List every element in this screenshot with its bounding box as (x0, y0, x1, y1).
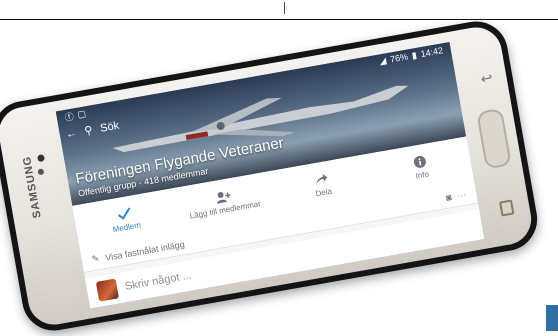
share-icon (316, 173, 328, 186)
phone: SAMSUNG ↩ ⓕ ▢ ◢ 76% ▮ 14:42 ← ⚲ Sök Före… (0, 16, 543, 336)
battery-icon: ▮ (410, 49, 418, 61)
info-icon (413, 155, 426, 168)
search-label[interactable]: Sök (99, 119, 120, 134)
phone-screen: ⓕ ▢ ◢ 76% ▮ 14:42 ← ⚲ Sök Föreningen Fly… (55, 41, 485, 309)
lock-icon: ▢ (76, 107, 87, 120)
pin-icon: ✎ (90, 253, 101, 265)
notification-icons: ⓕ ▢ (64, 107, 87, 124)
more-icon[interactable]: ··· (456, 189, 467, 200)
share-label: Dela (314, 186, 333, 199)
facebook-icon: ⓕ (63, 110, 75, 123)
camera-icon[interactable]: ◙ (445, 192, 452, 203)
signal-icon: ◢ (378, 54, 388, 66)
back-arrow-icon[interactable]: ← (65, 127, 78, 141)
search-icon[interactable]: ⚲ (83, 123, 94, 137)
clock: 14:42 (419, 45, 444, 60)
check-icon (117, 207, 131, 220)
recent-apps-key[interactable] (499, 199, 515, 217)
battery-level: 76% (389, 51, 409, 65)
member-label: Medlem (112, 220, 142, 235)
add-members-label: Lägg till medlemmar (189, 199, 262, 221)
info-label: Info (414, 169, 430, 181)
corner-badge (546, 305, 558, 331)
composer-placeholder[interactable]: Skriv något ... (124, 269, 192, 292)
add-person-icon (217, 191, 231, 204)
top-tick (284, 2, 285, 14)
avatar (95, 278, 120, 302)
top-rule (0, 19, 558, 20)
